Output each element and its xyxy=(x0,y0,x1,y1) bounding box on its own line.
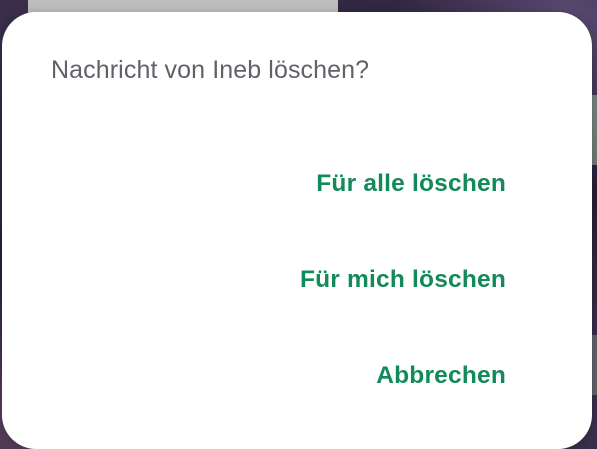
delete-message-dialog: Nachricht von Ineb löschen? Für alle lös… xyxy=(2,12,592,449)
delete-for-me-button[interactable]: Für mich löschen xyxy=(300,266,506,294)
delete-for-all-button[interactable]: Für alle löschen xyxy=(316,170,506,198)
dialog-title: Nachricht von Ineb löschen? xyxy=(51,56,370,84)
cancel-button[interactable]: Abbrechen xyxy=(376,362,506,390)
